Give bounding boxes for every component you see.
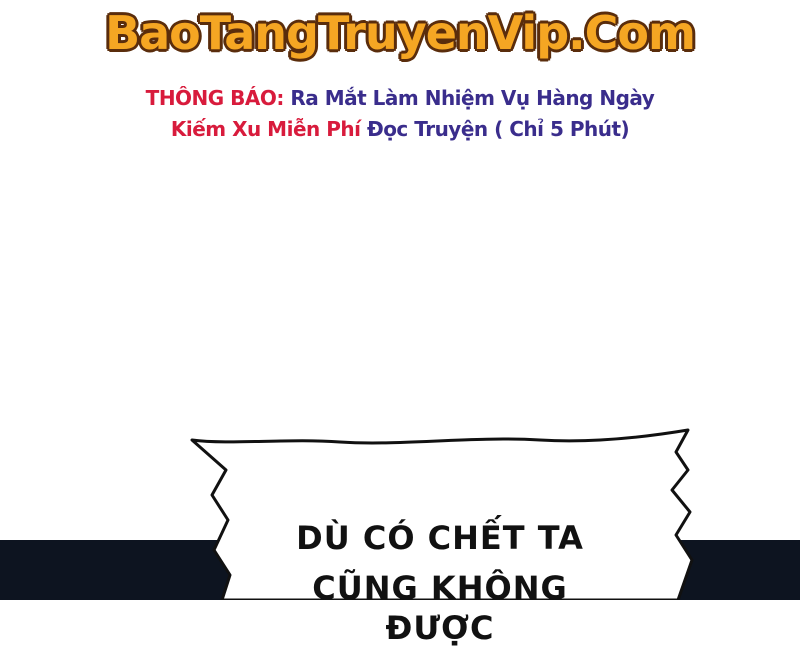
speech-bubble-text-line-2: CŨNG KHÔNG ĐƯỢC — [312, 569, 568, 647]
speech-bubble — [190, 428, 694, 600]
speech-bubble-text-line-1: DÙ CÓ CHẾT TA — [296, 519, 584, 557]
